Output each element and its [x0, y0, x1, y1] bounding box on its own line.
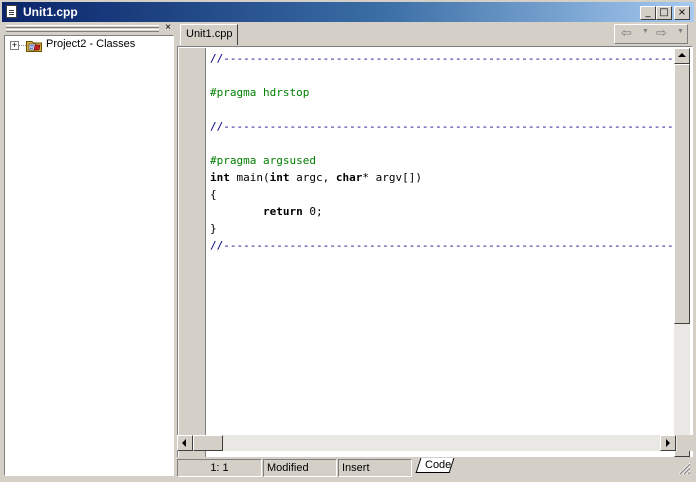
tree-expand-icon[interactable]: +: [10, 41, 19, 50]
code-kw: int: [210, 171, 230, 184]
scrollbar-corner: [677, 435, 693, 451]
code-comment: //--------------------------------------…: [210, 239, 674, 252]
resize-grip-icon[interactable]: [677, 460, 691, 476]
cursor-position: 1: 1: [177, 459, 262, 477]
code-line[interactable]: }: [210, 220, 674, 237]
code-line[interactable]: //--------------------------------------…: [210, 118, 674, 135]
tree-connector: [19, 45, 26, 46]
code-directive: #pragma argsused: [210, 154, 316, 167]
code-line[interactable]: [210, 135, 674, 152]
modified-indicator: Modified: [263, 459, 337, 477]
insert-mode-indicator: Insert: [338, 459, 412, 477]
forward-dropdown-icon[interactable]: ▼: [677, 28, 684, 35]
code-kw: return: [262, 205, 303, 218]
tab-unit1-cpp[interactable]: Unit1.cpp: [180, 24, 238, 45]
code-directive: #pragma hdrstop: [210, 86, 310, 99]
navigation-toolbar: ⇦ ▼ ⇨ ▼: [614, 24, 688, 44]
class-explorer-panel: × + Project2 - Classes: [4, 23, 174, 476]
horizontal-scrollbar[interactable]: [177, 435, 677, 451]
tab-code-view[interactable]: Code: [415, 458, 456, 476]
code-line[interactable]: //--------------------------------------…: [210, 237, 674, 254]
vertical-scrollbar[interactable]: [674, 48, 690, 457]
code-line[interactable]: #pragma argsused: [210, 152, 674, 169]
back-dropdown-icon[interactable]: ▼: [642, 28, 649, 35]
code-line[interactable]: //--------------------------------------…: [210, 50, 674, 67]
code-line[interactable]: {: [210, 186, 674, 203]
panel-close-icon[interactable]: ×: [162, 23, 174, 34]
code-editor: Unit1.cpp ⇦ ▼ ⇨ ▼ //--------------------…: [177, 22, 693, 478]
title-bar[interactable]: Unit1.cpp _ □ ×: [2, 2, 694, 22]
window-title: Unit1.cpp: [23, 5, 78, 19]
code-line[interactable]: [210, 101, 674, 118]
code-tab-label: Code: [425, 459, 452, 471]
code-line[interactable]: return 0;: [210, 203, 674, 220]
maximize-button[interactable]: □: [656, 6, 672, 20]
horizontal-scroll-thumb[interactable]: [193, 435, 223, 451]
class-tree[interactable]: + Project2 - Classes: [4, 35, 174, 476]
editor-tab-bar: Unit1.cpp ⇦ ▼ ⇨ ▼: [177, 22, 693, 46]
code-area[interactable]: //--------------------------------------…: [177, 46, 693, 459]
source-code[interactable]: //--------------------------------------…: [210, 50, 674, 459]
code-text: main(: [229, 171, 270, 184]
close-button[interactable]: ×: [674, 6, 690, 20]
code-text: }: [210, 222, 217, 235]
code-text: {: [210, 188, 217, 201]
minimize-button[interactable]: _: [640, 6, 656, 20]
editor-gutter[interactable]: [179, 48, 206, 457]
code-line[interactable]: int main(int argc, char* argv[]): [210, 169, 674, 186]
code-text: 0;: [302, 205, 323, 218]
document-icon: [6, 5, 17, 18]
code-text: argc,: [289, 171, 336, 184]
code-line[interactable]: #pragma hdrstop: [210, 84, 674, 101]
code-text: * argv[]): [362, 171, 422, 184]
forward-arrow-icon[interactable]: ⇨: [656, 26, 667, 42]
tree-item-project[interactable]: Project2 - Classes: [46, 38, 135, 50]
classes-folder-icon: [26, 41, 42, 52]
scroll-up-button[interactable]: [674, 48, 690, 64]
code-line[interactable]: [210, 67, 674, 84]
editor-window: Unit1.cpp _ □ × × + Project2 - Classes U…: [0, 0, 696, 482]
code-kw: char: [335, 171, 363, 184]
scroll-left-button[interactable]: [177, 435, 193, 451]
code-comment: //--------------------------------------…: [210, 52, 674, 65]
scroll-right-button[interactable]: [660, 435, 676, 451]
vertical-scroll-thumb[interactable]: [674, 64, 690, 324]
code-comment: //--------------------------------------…: [210, 120, 674, 133]
back-arrow-icon[interactable]: ⇦: [621, 26, 632, 42]
code-kw: int: [269, 171, 290, 184]
status-bar: 1: 1 Modified Insert Code: [177, 457, 693, 478]
panel-drag-grip[interactable]: [4, 24, 159, 33]
